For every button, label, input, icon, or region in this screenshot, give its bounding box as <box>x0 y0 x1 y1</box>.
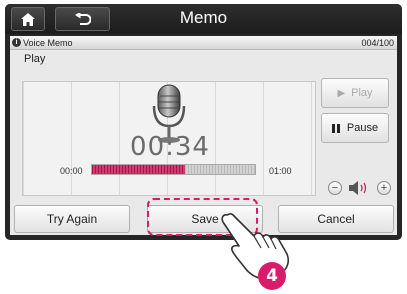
cancel-button[interactable]: Cancel <box>278 205 394 233</box>
end-time: 01:00 <box>269 166 292 176</box>
pause-button[interactable]: Pause <box>321 113 389 143</box>
try-again-button[interactable]: Try Again <box>14 205 130 233</box>
progress-fill <box>92 165 185 174</box>
playback-display: 00:34 00:00 01:00 <box>22 81 316 196</box>
volume-up-button[interactable]: + <box>377 181 391 195</box>
start-time: 00:00 <box>60 166 83 176</box>
volume-down-button[interactable]: − <box>328 181 342 195</box>
play-button[interactable]: ▶ Play <box>321 78 389 108</box>
play-label: Play <box>351 87 373 99</box>
info-icon: i <box>12 38 21 47</box>
elapsed-time: 00:34 <box>130 132 210 162</box>
mode-label: Play <box>24 53 46 65</box>
memo-count: 004/100 <box>361 38 394 48</box>
info-strip: i Voice Memo 004/100 <box>10 36 397 50</box>
progress-bar[interactable] <box>91 164 256 175</box>
title-bar: Memo <box>5 4 402 34</box>
play-icon: ▶ <box>337 87 346 99</box>
pause-label: Pause <box>346 122 379 134</box>
pause-icon <box>331 123 340 133</box>
memo-type-label: Voice Memo <box>23 38 73 48</box>
speaker-icon <box>349 181 367 195</box>
app-title: Memo <box>179 8 228 27</box>
step-number-badge: 4 <box>258 262 286 290</box>
